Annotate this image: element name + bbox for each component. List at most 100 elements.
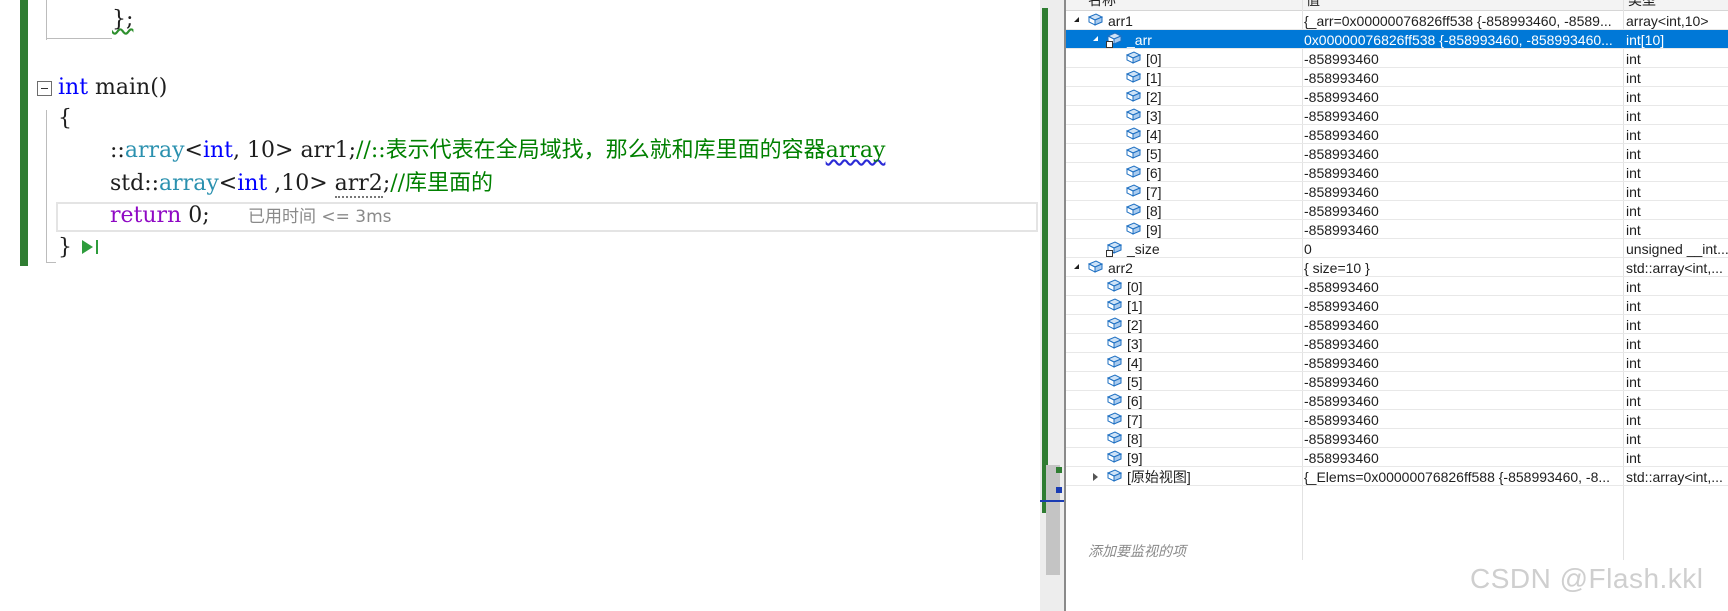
code-token: < xyxy=(218,171,238,196)
watch-row-value[interactable]: -858993460 xyxy=(1304,87,1620,107)
watch-row[interactable]: [2] -858993460 int xyxy=(1066,315,1728,334)
watch-row[interactable]: [1] -858993460 int xyxy=(1066,296,1728,315)
watch-row-name: [7] xyxy=(1127,412,1143,428)
column-header-type[interactable]: 类型 xyxy=(1628,0,1656,8)
watch-row[interactable]: [5] -858993460 int xyxy=(1066,144,1728,163)
watch-row[interactable]: [3] -858993460 int xyxy=(1066,334,1728,353)
watch-row[interactable]: [7] -858993460 int xyxy=(1066,410,1728,429)
indent-guide xyxy=(46,262,56,263)
object-icon xyxy=(1125,127,1142,140)
code-editor[interactable]: }; int main() { ::array<int, 10> arr1;//… xyxy=(0,0,1040,611)
code-line-arr1-decl[interactable]: ::array<int, 10> arr1;//::表示代表在全局域找，那么就和… xyxy=(110,135,885,167)
watch-row[interactable]: [6] -858993460 int xyxy=(1066,163,1728,182)
object-icon xyxy=(1125,165,1142,178)
code-token: array xyxy=(159,171,219,196)
watch-row-value[interactable]: -858993460 xyxy=(1304,201,1620,221)
watch-row-value[interactable]: { size=10 } xyxy=(1304,258,1620,278)
watch-row[interactable]: [8] -858993460 int xyxy=(1066,429,1728,448)
watch-row-name: _size xyxy=(1127,241,1160,257)
watch-row-value[interactable]: {_arr=0x00000076826ff538 {-858993460, -8… xyxy=(1304,11,1620,31)
watch-row-name: [1] xyxy=(1146,70,1162,86)
watch-row[interactable]: [3] -858993460 int xyxy=(1066,106,1728,125)
code-line-struct-end[interactable]: }; xyxy=(112,4,133,36)
watch-row[interactable]: [4] -858993460 int xyxy=(1066,353,1728,372)
expand-closed-icon[interactable] xyxy=(1093,473,1098,481)
watch-row[interactable]: [0] -858993460 int xyxy=(1066,49,1728,68)
scrollbar-thumb[interactable] xyxy=(1046,465,1060,575)
watch-row-value[interactable]: -858993460 xyxy=(1304,296,1620,316)
watch-row-value[interactable]: -858993460 xyxy=(1304,182,1620,202)
watch-row-value[interactable]: -858993460 xyxy=(1304,391,1620,411)
indent-guide xyxy=(46,110,47,262)
collapse-toggle-icon[interactable] xyxy=(37,81,52,96)
add-watch-item[interactable]: 添加要监视的项 xyxy=(1088,541,1186,561)
watch-row[interactable]: [0] -858993460 int xyxy=(1066,277,1728,296)
watch-row-value[interactable]: -858993460 xyxy=(1304,372,1620,392)
watch-row-name: [0] xyxy=(1146,51,1162,67)
watch-row-name: [3] xyxy=(1127,336,1143,352)
watch-row[interactable]: [1] -858993460 int xyxy=(1066,68,1728,87)
expand-open-icon[interactable] xyxy=(1074,17,1079,22)
watch-row-value[interactable]: -858993460 xyxy=(1304,106,1620,126)
watch-row[interactable]: [原始视图] {_Elems=0x00000076826ff588 {-85899… xyxy=(1066,467,1728,486)
watch-row-value[interactable]: -858993460 xyxy=(1304,448,1620,468)
expand-open-icon[interactable] xyxy=(1074,264,1079,269)
watch-row-value[interactable]: 0x00000076826ff538 {-858993460, -8589934… xyxy=(1304,30,1620,50)
column-header-name[interactable]: 名称 xyxy=(1088,0,1116,8)
watch-row-name: [9] xyxy=(1127,450,1143,466)
code-token: :: xyxy=(110,138,125,163)
watch-row-name: [3] xyxy=(1146,108,1162,124)
code-line-arr2-decl[interactable]: std::array<int ,10> arr2;//库里面的 xyxy=(110,168,493,200)
watch-row[interactable]: [9] -858993460 int xyxy=(1066,220,1728,239)
watch-row-value[interactable]: -858993460 xyxy=(1304,315,1620,335)
watch-row-type: std::array<int,... xyxy=(1626,260,1723,276)
code-line-close-brace[interactable]: } xyxy=(58,232,72,264)
watch-row-type: int[10] xyxy=(1626,32,1665,48)
watch-row[interactable]: _arr 0x00000076826ff538 {-858993460, -858… xyxy=(1066,30,1728,49)
watch-row[interactable]: [8] -858993460 int xyxy=(1066,201,1728,220)
watch-row-value[interactable]: -858993460 xyxy=(1304,163,1620,183)
code-line-return-stmt[interactable]: return 0; xyxy=(110,200,210,232)
expand-open-icon[interactable] xyxy=(1093,36,1098,41)
run-to-click-icon[interactable] xyxy=(82,240,93,254)
watch-row[interactable]: [7] -858993460 int xyxy=(1066,182,1728,201)
watch-row-name: [9] xyxy=(1146,222,1162,238)
watch-row-value[interactable]: -858993460 xyxy=(1304,68,1620,88)
watch-row[interactable]: arr1 {_arr=0x00000076826ff538 {-858993460… xyxy=(1066,11,1728,30)
watch-row-value[interactable]: -858993460 xyxy=(1304,49,1620,69)
code-line-main-decl[interactable]: int main() xyxy=(58,72,167,104)
watch-row-value[interactable]: -858993460 xyxy=(1304,410,1620,430)
column-header-value[interactable]: 值 xyxy=(1306,0,1320,8)
watch-row-name: [5] xyxy=(1146,146,1162,162)
watch-row-value[interactable]: -858993460 xyxy=(1304,353,1620,373)
watch-row-value[interactable]: -858993460 xyxy=(1304,277,1620,297)
watch-row-value[interactable]: {_Elems=0x00000076826ff588 {-858993460, … xyxy=(1304,467,1620,487)
watch-row-value[interactable]: 0 xyxy=(1304,239,1620,259)
watch-row-value[interactable]: -858993460 xyxy=(1304,429,1620,449)
code-token: std:: xyxy=(110,171,160,196)
watch-row[interactable]: [2] -858993460 int xyxy=(1066,87,1728,106)
object-icon xyxy=(1087,260,1104,273)
watch-row[interactable]: [9] -858993460 int xyxy=(1066,448,1728,467)
watch-row-value[interactable]: -858993460 xyxy=(1304,220,1620,240)
watch-row-value[interactable]: -858993460 xyxy=(1304,334,1620,354)
object-icon xyxy=(1106,355,1123,368)
code-token: int xyxy=(58,75,89,100)
watch-row[interactable]: [5] -858993460 int xyxy=(1066,372,1728,391)
watch-row[interactable]: arr2 { size=10 } std::array<int,... xyxy=(1066,258,1728,277)
watch-row[interactable]: [4] -858993460 int xyxy=(1066,125,1728,144)
watch-row[interactable]: [6] -858993460 int xyxy=(1066,391,1728,410)
watch-row-type: int xyxy=(1626,450,1641,466)
object-icon xyxy=(1106,469,1123,482)
code-token: { xyxy=(58,106,72,131)
code-token: < xyxy=(184,138,203,163)
watch-row-type: int xyxy=(1626,393,1641,409)
watch-window[interactable]: 名称 值 类型 arr1 {_arr=0x00000076826ff538 {-8… xyxy=(1066,0,1728,611)
code-line-open-brace[interactable]: { xyxy=(58,103,72,135)
watch-row-value[interactable]: -858993460 xyxy=(1304,144,1620,164)
watch-row-value[interactable]: -858993460 xyxy=(1304,125,1620,145)
watermark: CSDN @Flash.kkl xyxy=(1470,563,1704,594)
object-icon xyxy=(1125,89,1142,102)
code-token: ,10> xyxy=(267,171,335,196)
watch-row[interactable]: _size 0 unsigned __int... xyxy=(1066,239,1728,258)
